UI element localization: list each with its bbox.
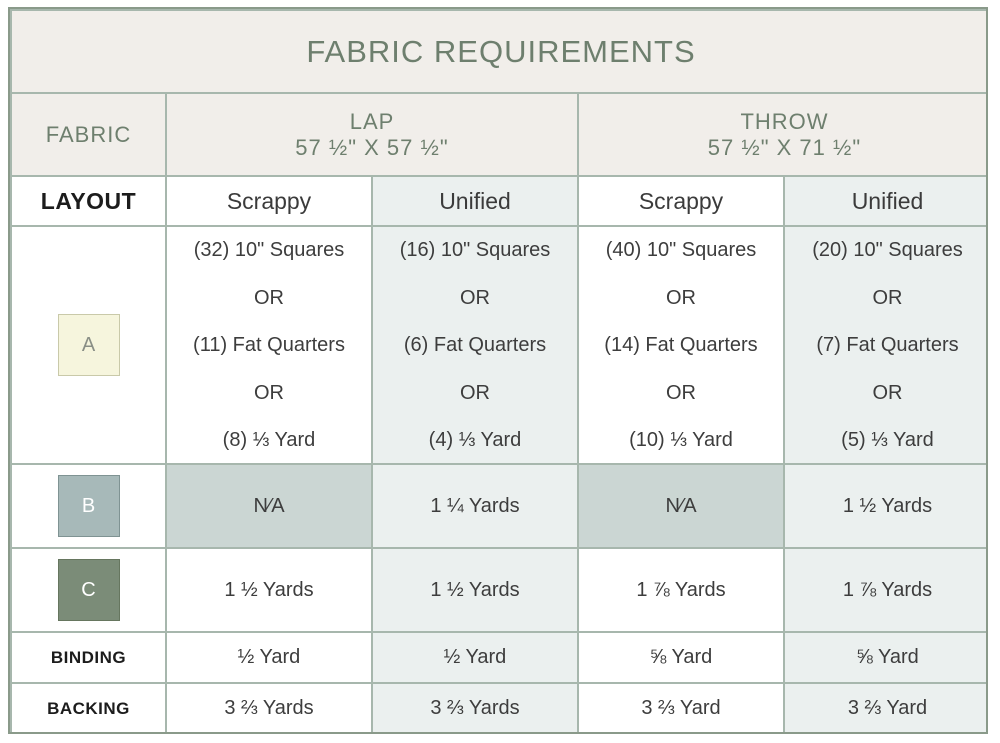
- lap-name: LAP: [349, 108, 395, 134]
- fabric-b-swatch: B: [57, 475, 120, 537]
- fabric-c-label-cell: C: [10, 547, 167, 633]
- binding-row: BINDING ½ Yard ½ Yard ⅝ Yard ⅝ Yard: [10, 631, 986, 684]
- fabric-c-swatch: C: [57, 559, 120, 621]
- fabric-a-throw-unified: (20) 10" Squares OR (7) Fat Quarters OR …: [783, 225, 986, 465]
- lap-size: 57 ½" X 57 ½": [295, 134, 449, 160]
- fabric-b-lap-unified: 1 ¼ Yards: [371, 463, 579, 549]
- fabric-a-or: OR: [666, 286, 696, 309]
- fabric-b-lap-scrappy: N⁄A: [165, 463, 373, 549]
- fabric-requirements-table: FABRIC REQUIREMENTS FABRIC LAP 57 ½" X 5…: [10, 9, 986, 732]
- fabric-b-throw-scrappy: N⁄A: [577, 463, 785, 549]
- fabric-a-option: (8) ⅓ Yard: [222, 429, 316, 451]
- backing-throw-unified: 3 ⅔ Yard: [783, 682, 986, 732]
- throw-name: THROW: [740, 108, 829, 134]
- fabric-a-throw-scrappy: (40) 10" Squares OR (14) Fat Quarters OR…: [577, 225, 785, 465]
- fabric-a-lap-unified: (16) 10" Squares OR (6) Fat Quarters OR …: [371, 225, 579, 465]
- fabric-b-row: B N⁄A 1 ¼ Yards N⁄A 1 ½ Yards: [10, 463, 986, 549]
- layout-row: LAYOUT Scrappy Unified Scrappy Unified: [10, 175, 986, 227]
- layout-lap-scrappy: Scrappy: [165, 175, 373, 227]
- fabric-a-lap-scrappy: (32) 10" Squares OR (11) Fat Quarters OR…: [165, 225, 373, 465]
- fabric-a-option: (14) Fat Quarters: [604, 334, 758, 356]
- binding-lap-scrappy: ½ Yard: [165, 631, 373, 684]
- fabric-header: FABRIC: [10, 92, 167, 177]
- fabric-a-option: (4) ⅓ Yard: [428, 429, 522, 451]
- binding-lap-unified: ½ Yard: [371, 631, 579, 684]
- fabric-a-option: (16) 10" Squares: [399, 239, 551, 261]
- header-row: FABRIC LAP 57 ½" X 57 ½" THROW 57 ½" X 7…: [10, 92, 986, 177]
- fabric-a-option: (11) Fat Quarters: [193, 334, 345, 356]
- layout-lap-unified: Unified: [371, 175, 579, 227]
- backing-label: BACKING: [10, 682, 167, 732]
- fabric-a-option: (5) ⅓ Yard: [841, 429, 934, 451]
- fabric-a-or: OR: [254, 381, 284, 404]
- backing-throw-scrappy: 3 ⅔ Yard: [577, 682, 785, 732]
- fabric-a-option: (7) Fat Quarters: [816, 334, 959, 356]
- binding-throw-unified: ⅝ Yard: [783, 631, 986, 684]
- fabric-a-option: (20) 10" Squares: [812, 239, 963, 261]
- backing-lap-unified: 3 ⅔ Yards: [371, 682, 579, 732]
- fabric-b-throw-unified: 1 ½ Yards: [783, 463, 986, 549]
- fabric-a-swatch: A: [57, 314, 120, 376]
- fabric-a-or: OR: [460, 381, 490, 404]
- table-title: FABRIC REQUIREMENTS: [10, 9, 986, 94]
- fabric-c-row: C 1 ½ Yards 1 ½ Yards 1 ⅞ Yards 1 ⅞ Yard…: [10, 547, 986, 633]
- fabric-c-throw-scrappy: 1 ⅞ Yards: [577, 547, 785, 633]
- fabric-c-throw-unified: 1 ⅞ Yards: [783, 547, 986, 633]
- fabric-a-or: OR: [254, 286, 284, 309]
- fabric-a-or: OR: [666, 381, 696, 404]
- fabric-a-label-cell: A: [10, 225, 167, 465]
- layout-throw-unified: Unified: [783, 175, 986, 227]
- layout-label: LAYOUT: [10, 175, 167, 227]
- binding-label: BINDING: [10, 631, 167, 684]
- fabric-c-lap-scrappy: 1 ½ Yards: [165, 547, 373, 633]
- fabric-a-row: A (32) 10" Squares OR (11) Fat Quarters …: [10, 225, 986, 465]
- throw-header: THROW 57 ½" X 71 ½": [577, 92, 986, 177]
- fabric-a-option: (32) 10" Squares: [193, 239, 345, 261]
- fabric-b-label-cell: B: [10, 463, 167, 549]
- layout-throw-scrappy: Scrappy: [577, 175, 785, 227]
- fabric-requirements-table-frame: FABRIC REQUIREMENTS FABRIC LAP 57 ½" X 5…: [8, 7, 988, 734]
- fabric-c-lap-unified: 1 ½ Yards: [371, 547, 579, 633]
- fabric-a-option: (10) ⅓ Yard: [629, 429, 733, 451]
- fabric-a-option: (6) Fat Quarters: [403, 334, 547, 356]
- fabric-a-or: OR: [872, 286, 903, 309]
- fabric-a-option: (40) 10" Squares: [605, 239, 757, 261]
- backing-row: BACKING 3 ⅔ Yards 3 ⅔ Yards 3 ⅔ Yard 3 ⅔…: [10, 682, 986, 732]
- lap-header: LAP 57 ½" X 57 ½": [165, 92, 579, 177]
- title-row: FABRIC REQUIREMENTS: [10, 9, 986, 94]
- fabric-a-or: OR: [460, 286, 490, 309]
- fabric-a-or: OR: [872, 381, 903, 404]
- backing-lap-scrappy: 3 ⅔ Yards: [165, 682, 373, 732]
- throw-size: 57 ½" X 71 ½": [707, 134, 862, 160]
- binding-throw-scrappy: ⅝ Yard: [577, 631, 785, 684]
